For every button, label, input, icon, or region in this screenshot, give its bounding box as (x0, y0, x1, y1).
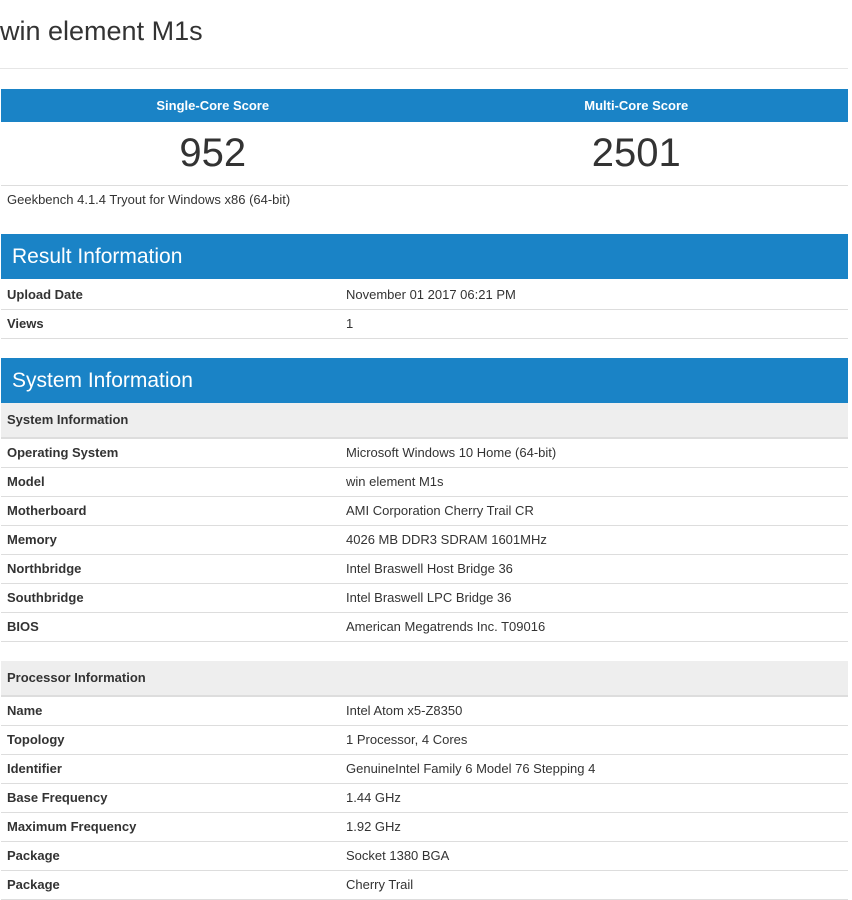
table-row: Southbridge Intel Braswell LPC Bridge 36 (1, 584, 848, 613)
title-divider (0, 68, 848, 69)
table-row: BIOS American Megatrends Inc. T09016 (1, 613, 848, 642)
row-label: Operating System (7, 445, 119, 460)
row-label: Views (7, 316, 44, 331)
single-core-score-label: Single-Core Score (156, 98, 270, 113)
row-label: Maximum Frequency (7, 819, 137, 834)
row-label: Name (7, 703, 43, 718)
multi-core-score-label: Multi-Core Score (584, 98, 689, 113)
table-row: Model win element M1s (1, 468, 848, 497)
row-value: 1 (346, 316, 354, 331)
table-row: Topology 1 Processor, 4 Cores (1, 726, 848, 755)
row-value: November 01 2017 06:21 PM (346, 287, 516, 302)
benchmark-version: Geekbench 4.1.4 Tryout for Windows x86 (… (7, 192, 291, 207)
row-value: 1 Processor, 4 Cores (346, 732, 468, 747)
score-values-row: 952 2501 (1, 122, 848, 186)
row-label: Motherboard (7, 503, 87, 518)
row-value: Intel Braswell Host Bridge 36 (346, 561, 513, 576)
single-core-score-value: 952 (179, 131, 247, 175)
score-table: Single-Core Score Multi-Core Score 952 2… (1, 89, 848, 186)
row-value: AMI Corporation Cherry Trail CR (346, 503, 534, 518)
row-value: Intel Atom x5-Z8350 (346, 703, 463, 718)
page-title: win element M1s (0, 16, 203, 46)
row-value: 4026 MB DDR3 SDRAM 1601MHz (346, 532, 547, 547)
table-row: Base Frequency 1.44 GHz (1, 784, 848, 813)
row-label: Topology (7, 732, 65, 747)
multi-core-score-value: 2501 (591, 131, 681, 175)
result-information-header: Result Information (1, 234, 848, 279)
row-label: Package (7, 848, 60, 863)
table-row: Upload Date November 01 2017 06:21 PM (1, 281, 848, 310)
row-label: Base Frequency (7, 790, 108, 805)
row-value: win element M1s (346, 474, 444, 489)
system-information-header: System Information (1, 358, 848, 403)
table-row: Motherboard AMI Corporation Cherry Trail… (1, 497, 848, 526)
table-row: Views 1 (1, 310, 848, 339)
row-value: Socket 1380 BGA (346, 848, 450, 863)
row-label: BIOS (7, 619, 39, 634)
table-row: Maximum Frequency 1.92 GHz (1, 813, 848, 842)
table-row: Operating System Microsoft Windows 10 Ho… (1, 439, 848, 468)
processor-information-subheader: Processor Information (1, 661, 848, 697)
row-value: Microsoft Windows 10 Home (64-bit) (346, 445, 557, 460)
row-value: 1.92 GHz (346, 819, 401, 834)
row-label: Identifier (7, 761, 62, 776)
table-row: Package Cherry Trail (1, 871, 848, 900)
row-label: Model (7, 474, 45, 489)
system-information-table: System Information Operating System Micr… (1, 403, 848, 900)
row-value: Intel Braswell LPC Bridge 36 (346, 590, 512, 605)
table-row: Identifier GenuineIntel Family 6 Model 7… (1, 755, 848, 784)
row-label: Upload Date (7, 287, 83, 302)
table-row: Memory 4026 MB DDR3 SDRAM 1601MHz (1, 526, 848, 555)
result-information-table: Upload Date November 01 2017 06:21 PM Vi… (1, 281, 848, 339)
row-value: American Megatrends Inc. T09016 (346, 619, 546, 634)
table-row: Name Intel Atom x5-Z8350 (1, 697, 848, 726)
row-value: 1.44 GHz (346, 790, 401, 805)
row-label: Northbridge (7, 561, 82, 576)
score-header-row: Single-Core Score Multi-Core Score (1, 89, 848, 122)
row-label: Memory (7, 532, 57, 547)
row-label: Southbridge (7, 590, 84, 605)
table-row: Northbridge Intel Braswell Host Bridge 3… (1, 555, 848, 584)
row-value: GenuineIntel Family 6 Model 76 Stepping … (346, 761, 596, 776)
table-row: Package Socket 1380 BGA (1, 842, 848, 871)
system-information-subheader: System Information (1, 403, 848, 439)
